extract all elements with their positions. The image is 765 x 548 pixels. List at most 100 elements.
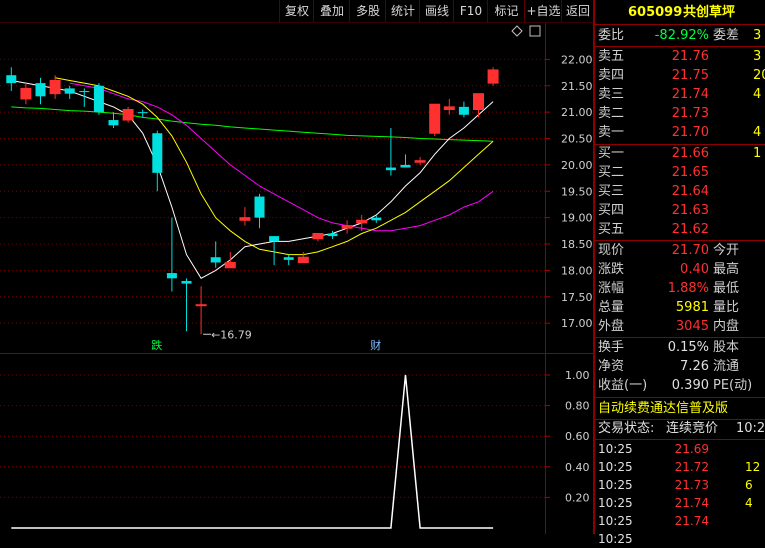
candle[interactable] <box>166 217 177 292</box>
diamond-icon[interactable] <box>511 25 523 37</box>
candle[interactable] <box>6 67 17 92</box>
toolbar-button-2[interactable]: 多股 <box>349 0 386 22</box>
ask-label: 卖五 <box>598 49 625 64</box>
candle[interactable] <box>239 207 251 226</box>
tick-price: 21.74 <box>674 514 709 528</box>
bid-label: 买一 <box>598 146 625 161</box>
y-tick-label: 20.00 <box>561 159 593 172</box>
candle-body <box>443 106 455 110</box>
toolbar-button-8[interactable]: 返回 <box>561 0 594 22</box>
ask-row[interactable]: 卖二 21.73 <box>595 105 765 123</box>
bid-label: 买四 <box>598 203 625 218</box>
tick-time: 10:25 <box>598 460 633 474</box>
bid-row[interactable]: 买一 21.66 1 <box>595 145 765 163</box>
candle[interactable] <box>341 220 353 234</box>
toolbar-button-5[interactable]: F10 <box>453 0 488 22</box>
ask-row[interactable]: 卖五 21.76 3 <box>595 48 765 66</box>
stat-label: 总量 <box>598 300 625 315</box>
candle-body <box>166 273 177 279</box>
candle[interactable] <box>35 77 46 105</box>
candlestick-chart[interactable]: 22.00 21.50 21.00 20.50 20.00 19.50 19.00 18.50… <box>0 23 593 353</box>
indicator-chart[interactable]: 1.00 0.80 0.60 0.40 0.20 <box>0 355 593 534</box>
candle[interactable] <box>473 93 484 118</box>
ask-volume: 20 <box>753 68 765 83</box>
candle[interactable] <box>137 109 148 118</box>
tick-volume: 4 <box>745 496 753 510</box>
candle[interactable] <box>195 286 207 335</box>
bid-row[interactable]: 买五 21.62 <box>595 221 765 239</box>
candle[interactable] <box>487 67 499 86</box>
candle[interactable] <box>181 278 192 332</box>
y-tick-label: 0.40 <box>565 461 590 474</box>
bid-row[interactable]: 买二 21.65 <box>595 164 765 182</box>
y-tick-label: 21.00 <box>561 106 593 119</box>
toolbar-button-6[interactable]: 标记 <box>487 0 525 22</box>
candle-body <box>210 257 221 263</box>
chart-toolbar: 复权 叠加 多股 统计 画线 F10 标记 +自选 返回 <box>0 0 593 23</box>
indicator-line <box>11 374 494 529</box>
y-tick-label: 0.20 <box>565 491 590 504</box>
ask-price: 21.76 <box>671 49 709 64</box>
stat-label: 外盘 <box>598 319 625 334</box>
candle[interactable] <box>64 85 75 99</box>
stat-value: 5981 <box>675 300 709 315</box>
candle[interactable] <box>269 236 280 266</box>
candle[interactable] <box>400 154 411 168</box>
tick-time: 10:25 <box>598 496 633 510</box>
candle[interactable] <box>108 112 119 128</box>
y-tick-label: 18.50 <box>561 238 593 251</box>
candle[interactable] <box>20 83 32 105</box>
tick-row: 10:25 21.72 12 <box>595 458 765 476</box>
candle-body <box>400 164 411 168</box>
stat-label: 现价 <box>598 243 625 258</box>
bid-label: 买五 <box>598 222 625 237</box>
candle[interactable] <box>385 127 396 176</box>
bid-row[interactable]: 买三 21.64 <box>595 183 765 201</box>
ask-price: 21.73 <box>671 106 709 121</box>
ask-label: 卖一 <box>598 125 625 140</box>
candle[interactable] <box>152 130 163 192</box>
finance-row: 收益(一) 0.390 PE(动) <box>595 377 765 395</box>
candle[interactable] <box>254 193 265 229</box>
stat-label-2: 今开 <box>713 243 740 258</box>
toolbar-button-4[interactable]: 画线 <box>419 0 454 22</box>
candle[interactable] <box>283 254 294 266</box>
candle-body <box>458 106 469 115</box>
candle-body <box>385 167 396 171</box>
tick-row: 10:25 21.73 6 <box>595 476 765 494</box>
bid-row[interactable]: 买四 21.63 <box>595 202 765 220</box>
expand-icon[interactable] <box>529 25 541 37</box>
candle[interactable] <box>93 83 104 115</box>
ask-price: 21.70 <box>671 125 709 140</box>
bid-label: 买三 <box>598 184 625 199</box>
candle[interactable] <box>458 101 469 118</box>
toolbar-button-1[interactable]: 叠加 <box>313 0 350 22</box>
ask-row[interactable]: 卖四 21.75 20 <box>595 67 765 85</box>
toolbar-button-3[interactable]: 统计 <box>385 0 420 22</box>
ask-label: 卖四 <box>598 68 625 83</box>
candle[interactable] <box>210 241 221 268</box>
ask-row[interactable]: 卖一 21.70 4 <box>595 124 765 142</box>
ask-row[interactable]: 卖三 21.74 4 <box>595 86 765 104</box>
promo-link[interactable]: 自动续费通达信普及版 <box>595 400 765 418</box>
event-marker[interactable]: 财 <box>370 338 381 352</box>
y-tick-label: 1.00 <box>565 369 590 382</box>
tick-row: 10:25 <box>595 530 765 548</box>
toolbar-button-0[interactable]: 复权 <box>279 0 314 22</box>
ask-volume: 4 <box>753 87 762 102</box>
stat-label-2: 量比 <box>713 300 740 315</box>
candle[interactable] <box>371 215 382 223</box>
candle[interactable] <box>224 251 236 269</box>
candle[interactable] <box>312 232 324 242</box>
ask-volume: 4 <box>753 125 762 140</box>
candle[interactable] <box>414 156 426 165</box>
candle[interactable] <box>122 106 134 123</box>
tick-row: 10:25 21.69 <box>595 440 765 458</box>
event-marker[interactable]: 跌 <box>151 338 162 352</box>
ask-price: 21.74 <box>671 87 709 102</box>
bid-price: 21.65 <box>671 165 709 180</box>
stat-row: 涨幅 1.88% 最低 <box>595 280 765 298</box>
candle[interactable] <box>429 103 441 136</box>
low-annotation: ←16.79 <box>211 328 252 341</box>
toolbar-button-7[interactable]: +自选 <box>524 0 562 22</box>
